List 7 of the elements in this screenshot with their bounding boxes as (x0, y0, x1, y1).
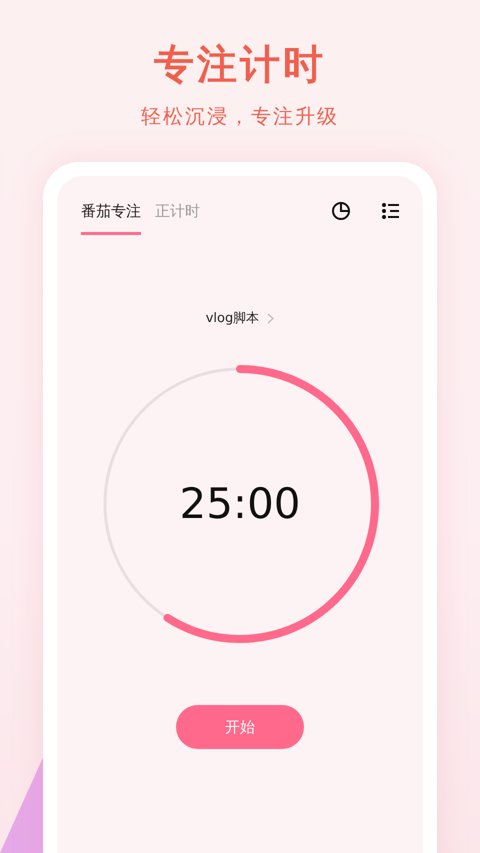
chevron-icon (267, 312, 274, 324)
subtitle: 轻松沉浸，专注升级 (141, 103, 339, 130)
pie-chart-icon[interactable] (331, 201, 351, 221)
task-selector[interactable]: vlog脚本 (206, 309, 274, 327)
tab[interactable]: 番茄专注 (81, 200, 141, 235)
list-icon[interactable] (381, 201, 401, 221)
headline: 专注计时 (154, 41, 326, 90)
